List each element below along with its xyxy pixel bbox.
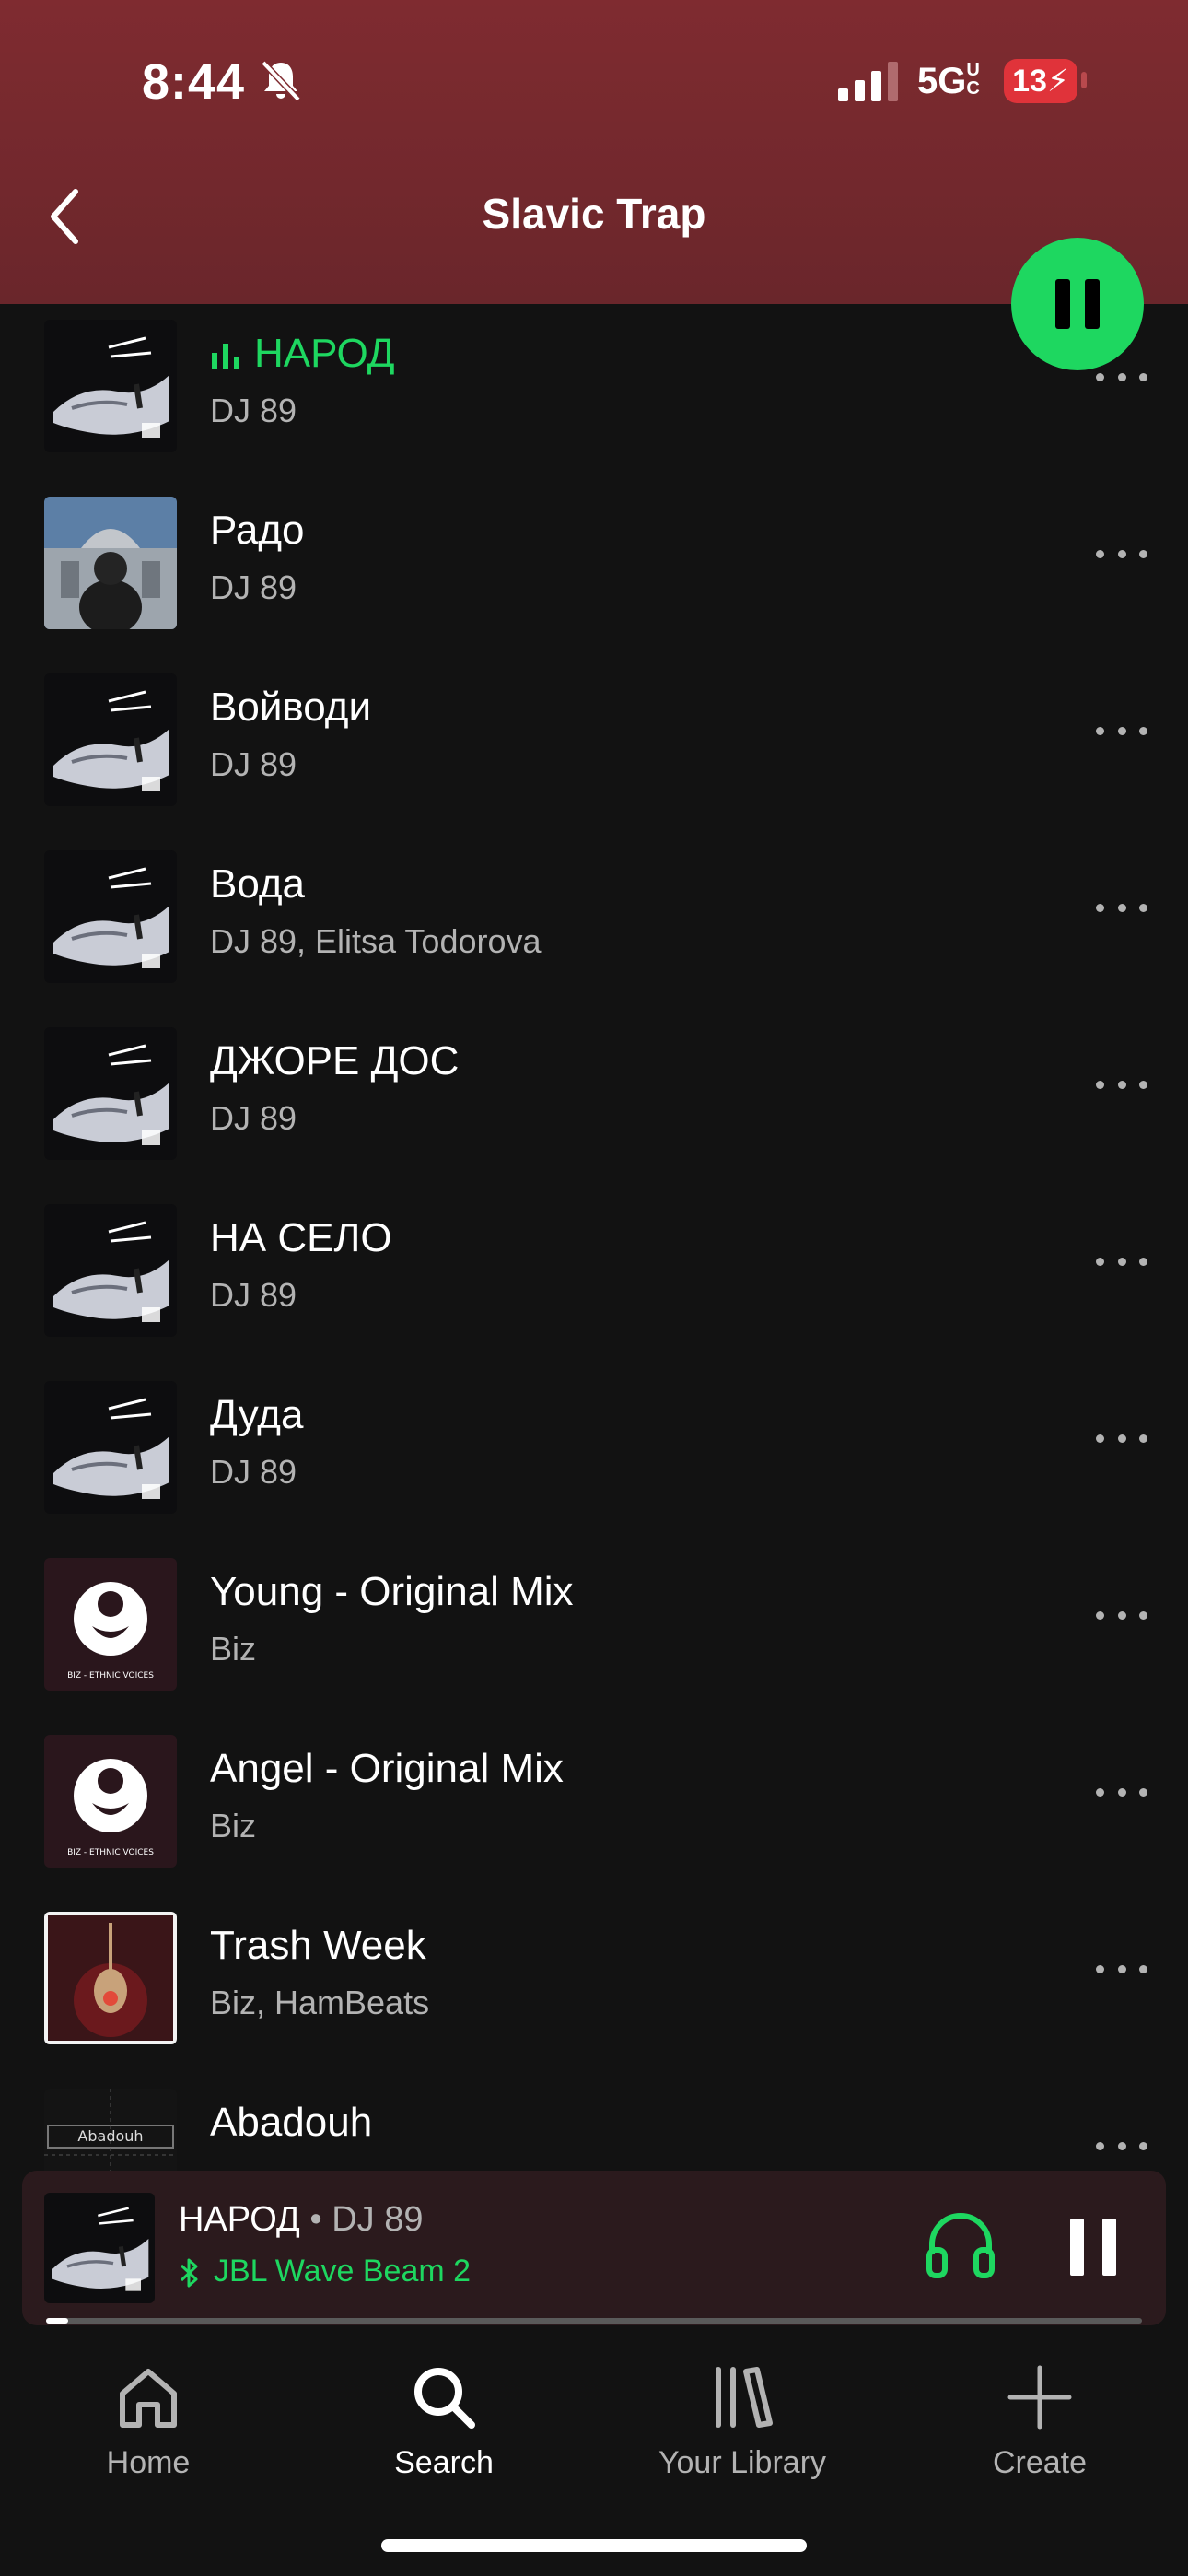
track-row[interactable]: Войводи DJ 89 [0, 655, 1188, 832]
track-row[interactable]: НАРОД DJ 89 [0, 301, 1188, 478]
charging-icon: ⚡ [1046, 64, 1069, 99]
svg-text:BIZ - ETHNIC VOICES: BIZ - ETHNIC VOICES [67, 1848, 154, 1857]
track-row[interactable]: Вода DJ 89, Elitsa Todorova [0, 832, 1188, 1009]
more-options-button[interactable] [1096, 2142, 1147, 2157]
track-cover: BIZ - ETHNIC VOICES [44, 1735, 177, 1868]
battery-cap [1081, 72, 1087, 88]
track-row[interactable]: BIZ - ETHNIC VOICES Young - Original Mix… [0, 1540, 1188, 1716]
equalizer-icon [212, 344, 239, 370]
home-icon [120, 2369, 177, 2428]
status-time: 8:44 [142, 54, 246, 110]
track-title: Trash Week [210, 1923, 426, 1968]
track-row[interactable]: BIZ - ETHNIC VOICES Angel - Original Mix… [0, 1716, 1188, 1893]
more-options-button[interactable] [1096, 550, 1147, 565]
track-title: Дуда [210, 1392, 304, 1437]
track-artist: DJ 89, Elitsa Todorova [210, 922, 542, 960]
track-artist: Biz [210, 1630, 257, 1668]
track-cover [44, 320, 177, 452]
track-artist: DJ 89 [210, 1453, 297, 1491]
track-artist: DJ 89 [210, 745, 297, 783]
battery-indicator: 13 ⚡ [1004, 59, 1077, 103]
signal-icon [838, 62, 898, 101]
track-row[interactable]: ДЖОРЕ ДОС DJ 89 [0, 1009, 1188, 1186]
track-artist: DJ 89 [210, 1099, 297, 1137]
playlist-header: 8:44 5GUC 13 ⚡ Slavic Trap [0, 0, 1188, 304]
more-options-button[interactable] [1096, 1965, 1147, 1980]
track-title: НАРОД [210, 331, 395, 377]
nav-search[interactable]: Search [352, 2362, 536, 2481]
more-options-button[interactable] [1096, 1611, 1147, 1626]
track-artist: Biz, HamBeats [210, 1984, 430, 2021]
mini-player-pause-button[interactable] [1070, 2219, 1116, 2276]
more-options-button[interactable] [1096, 727, 1147, 742]
track-row[interactable]: Радо DJ 89 [0, 478, 1188, 655]
track-title: Радо [210, 508, 305, 553]
nav-create[interactable]: Create [948, 2362, 1132, 2481]
playback-progress-fill [46, 2318, 68, 2324]
track-artist: DJ 89 [210, 392, 297, 429]
more-options-button[interactable] [1096, 1081, 1147, 1095]
track-title: НА СЕЛО [210, 1215, 392, 1260]
more-options-button[interactable] [1096, 373, 1147, 388]
bluetooth-icon [180, 2258, 198, 2288]
bell-muted-icon [261, 60, 301, 102]
track-row[interactable]: Дуда DJ 89 [0, 1363, 1188, 1540]
track-cover [44, 1027, 177, 1160]
home-indicator [381, 2539, 807, 2552]
track-artist: DJ 89 [210, 568, 297, 606]
track-cover [44, 497, 177, 629]
track-title: Angel - Original Mix [210, 1746, 564, 1791]
track-cover [44, 1912, 177, 2044]
headphones-icon[interactable] [925, 2211, 996, 2279]
track-cover [44, 1381, 177, 1514]
svg-text:Abadouh: Abadouh [77, 2127, 143, 2145]
more-options-button[interactable] [1096, 1788, 1147, 1803]
more-options-button[interactable] [1096, 1258, 1147, 1272]
mini-player[interactable]: НАРОД • DJ 89 JBL Wave Beam 2 [22, 2171, 1166, 2325]
track-artist: DJ 89 [210, 1276, 297, 1314]
pause-icon [1055, 279, 1070, 329]
track-cover [44, 850, 177, 983]
track-artist: Biz [210, 1807, 257, 1844]
track-cover [44, 1204, 177, 1337]
network-label: 5GUC [917, 60, 980, 101]
track-title: Вода [210, 861, 305, 907]
track-row[interactable]: Trash Week Biz, HamBeats [0, 1893, 1188, 2070]
track-cover: BIZ - ETHNIC VOICES [44, 1558, 177, 1691]
svg-text:BIZ - ETHNIC VOICES: BIZ - ETHNIC VOICES [67, 1671, 154, 1680]
track-cover [44, 673, 177, 806]
playback-progress[interactable] [46, 2318, 1142, 2324]
more-options-button[interactable] [1096, 904, 1147, 919]
search-icon [414, 2368, 475, 2429]
now-playing-cover [44, 2193, 155, 2303]
track-row[interactable]: НА СЕЛО DJ 89 [0, 1186, 1188, 1363]
page-title: Slavic Trap [482, 190, 706, 238]
plus-icon [1007, 2365, 1072, 2430]
track-title: Young - Original Mix [210, 1569, 574, 1614]
pause-button[interactable] [1011, 238, 1144, 370]
nav-your-library[interactable]: Your Library [650, 2362, 834, 2481]
track-title: Abadouh [210, 2100, 373, 2145]
nav-home[interactable]: Home [56, 2362, 240, 2481]
connected-device[interactable]: JBL Wave Beam 2 [179, 2254, 471, 2289]
more-options-button[interactable] [1096, 1434, 1147, 1449]
library-icon [716, 2367, 773, 2428]
track-title: Войводи [210, 685, 372, 730]
now-playing-title: НАРОД • DJ 89 [179, 2200, 424, 2239]
bottom-navigation: Home Search Your Library Create [0, 2322, 1188, 2576]
track-title: ДЖОРЕ ДОС [210, 1038, 460, 1083]
